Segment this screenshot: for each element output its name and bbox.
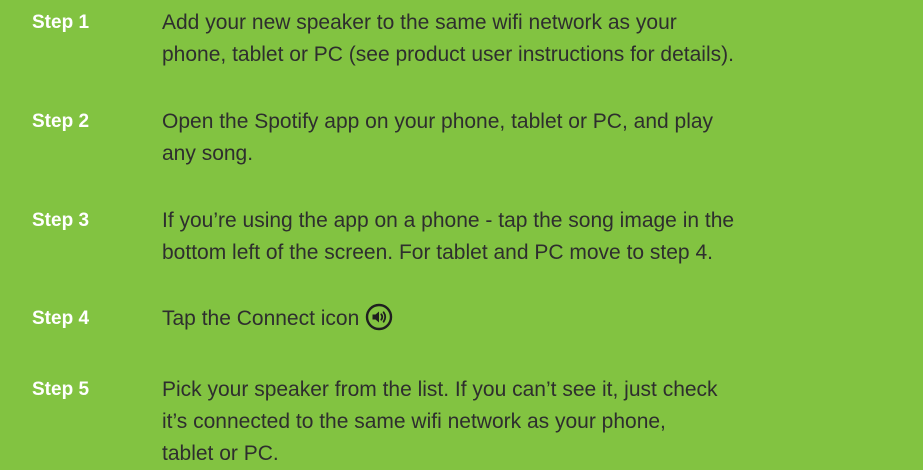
step-label: Step 4 [32, 308, 90, 329]
speaker-connect-icon [365, 303, 393, 331]
step-text-line: Pick your speaker from the list. If you … [162, 378, 718, 401]
step-text-content: Tap the Connect icon [162, 307, 360, 330]
step-description: If you’re using the app on a phone - tap… [162, 205, 917, 269]
step-text-line: Open the Spotify app on your phone, tabl… [162, 110, 714, 133]
step-label: Step 5 [32, 379, 90, 400]
step-text-line: phone, tablet or PC (see product user in… [162, 43, 734, 66]
step-text-line: it’s connected to the same wifi network … [162, 410, 666, 433]
step-description: Add your new speaker to the same wifi ne… [162, 7, 917, 71]
step-label: Step 1 [32, 12, 90, 33]
step-description: Open the Spotify app on your phone, tabl… [162, 106, 917, 170]
step-text-line: tablet or PC. [162, 442, 279, 465]
step-description: Tap the Connect icon [162, 303, 917, 335]
step-label: Step 3 [32, 210, 90, 231]
step-text-line: any song. [162, 142, 254, 165]
step-text-line: If you’re using the app on a phone - tap… [162, 209, 735, 232]
step-label: Step 2 [32, 111, 90, 132]
step-text-line: Tap the Connect icon [162, 303, 917, 335]
steps-list: Step 1 Add your new speaker to the same … [0, 0, 923, 467]
step-text-line: Add your new speaker to the same wifi ne… [162, 11, 677, 34]
step-description: Pick your speaker from the list. If you … [162, 374, 917, 470]
step-text-line: bottom left of the screen. For tablet an… [162, 241, 713, 264]
